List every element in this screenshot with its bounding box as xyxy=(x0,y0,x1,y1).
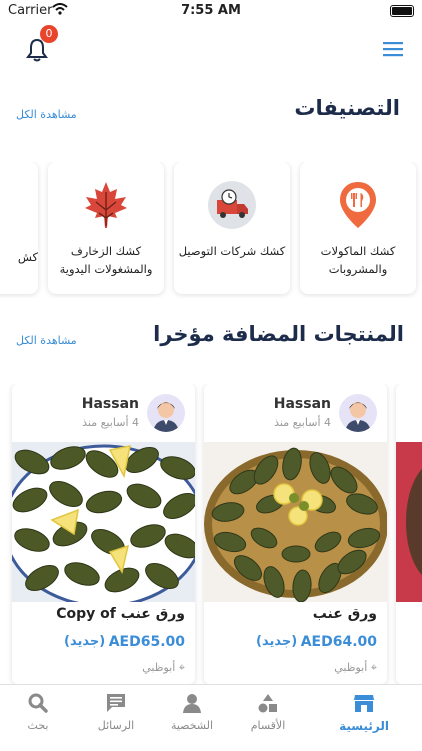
location-pin-icon: ⌖ xyxy=(178,661,185,674)
tab-messages[interactable]: الرسائل xyxy=(74,693,158,732)
category-label: كش xyxy=(17,250,38,264)
bottom-tab-bar: الرئيسية الأقسام الشخصية الرسائل بحث xyxy=(0,684,422,751)
tab-label: بحث xyxy=(27,719,49,732)
products-carousel[interactable]: Hassan 4 أسابيع منذ ورق عنب AED64.00 (جد… xyxy=(0,384,422,684)
notification-badge: 0 xyxy=(40,25,58,43)
store-icon xyxy=(354,695,374,712)
tab-label: الأقسام xyxy=(250,719,286,732)
products-see-all-link[interactable]: مشاهدة الكل xyxy=(16,334,77,347)
hamburger-menu-icon[interactable] xyxy=(382,40,404,58)
category-card-crafts[interactable]: كشك الزخارف والمشغولات اليدوية xyxy=(48,162,164,294)
avatar xyxy=(339,394,377,432)
tab-search[interactable]: بحث xyxy=(0,693,80,732)
clock: 7:55 AM xyxy=(181,3,241,18)
product-photo[interactable] xyxy=(12,442,195,608)
product-card-partial[interactable] xyxy=(396,384,422,684)
battery-icon xyxy=(390,5,414,17)
location-pin-icon: ⌖ xyxy=(370,661,377,674)
condition-badge: (جديد) xyxy=(256,634,298,649)
location-label: أبوظبي xyxy=(334,661,368,674)
product-card[interactable]: Hassan 4 أسابيع منذ xyxy=(12,384,195,684)
product-price: AED65.00 xyxy=(108,634,185,650)
product-card[interactable]: Hassan 4 أسابيع منذ xyxy=(204,384,387,684)
posted-time: 4 أسابيع منذ xyxy=(82,416,139,429)
posted-time: 4 أسابيع منذ xyxy=(274,416,331,429)
product-name[interactable]: ورق عنب xyxy=(313,606,377,622)
product-location: ⌖ أبوظبي xyxy=(142,661,185,675)
product-location: ⌖ أبوظبي xyxy=(334,661,377,675)
categories-carousel[interactable]: كشك الماكولات والمشروبات كشك شركات التوص… xyxy=(0,162,422,298)
category-label: كشك شركات التوصيل xyxy=(178,244,286,258)
tab-categories[interactable]: الأقسام xyxy=(226,693,310,732)
maple-leaf-icon xyxy=(81,180,131,230)
product-price: AED64.00 xyxy=(300,634,377,650)
search-icon xyxy=(28,693,48,713)
product-name[interactable]: ورق عنب Copy of xyxy=(56,606,185,622)
tab-label: الرئيسية xyxy=(339,719,389,733)
category-card-food[interactable]: كشك الماكولات والمشروبات xyxy=(300,162,416,294)
chat-icon xyxy=(107,694,125,712)
tab-label: الرسائل xyxy=(97,719,135,732)
category-card-delivery[interactable]: كشك شركات التوصيل xyxy=(174,162,290,294)
product-photo[interactable] xyxy=(204,442,387,603)
tab-profile[interactable]: الشخصية xyxy=(150,693,234,732)
location-label: أبوظبي xyxy=(142,661,176,674)
person-icon xyxy=(183,694,201,713)
categories-title: التصنيفات xyxy=(294,96,400,120)
delivery-truck-icon xyxy=(207,180,257,230)
avatar xyxy=(147,394,185,432)
tab-home[interactable]: الرئيسية xyxy=(322,693,406,733)
tab-label: الشخصية xyxy=(170,719,214,732)
product-photo[interactable] xyxy=(396,442,422,602)
seller-name: Hassan xyxy=(273,396,331,412)
category-card-partial[interactable]: كش xyxy=(0,162,38,294)
shapes-icon xyxy=(258,694,277,713)
food-pin-icon xyxy=(333,180,383,230)
seller-name: Hassan xyxy=(81,396,139,412)
category-label: كشك الماكولات والمشروبات xyxy=(320,244,396,276)
category-label: كشك الزخارف والمشغولات اليدوية xyxy=(59,244,153,276)
condition-badge: (جديد) xyxy=(64,634,106,649)
status-bar: Carrier 7:55 AM xyxy=(0,0,422,22)
categories-see-all-link[interactable]: مشاهدة الكل xyxy=(16,108,77,121)
recent-products-title: المنتجات المضافة مؤخرا xyxy=(153,322,404,346)
